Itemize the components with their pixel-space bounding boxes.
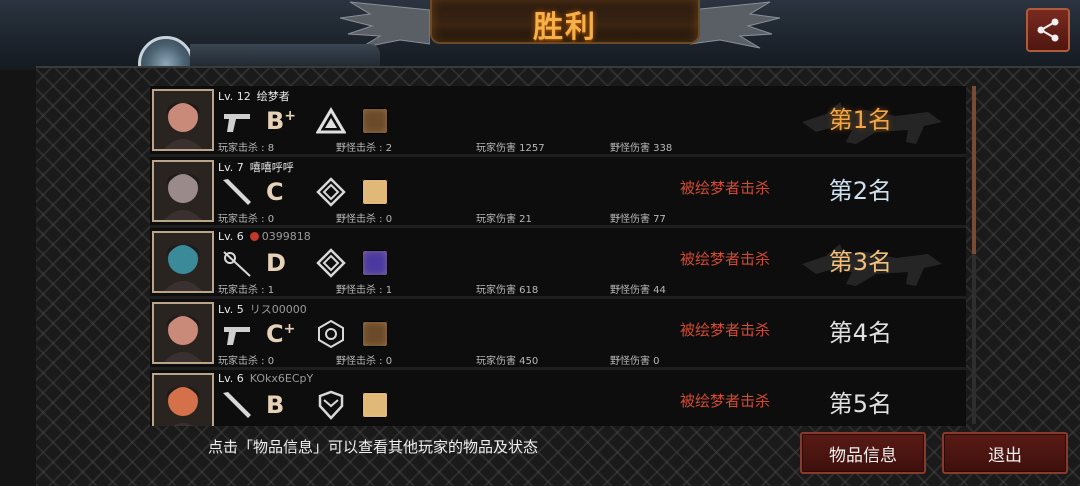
monster-kills: 野怪击杀 : 1 (336, 285, 393, 296)
grade-badge: B+ (266, 107, 302, 135)
level-name: Lv. 6 0399818 (218, 230, 311, 243)
rank-triangle-icon (316, 107, 346, 134)
pistol-icon (224, 327, 250, 345)
placement-text: 第3名 (828, 248, 892, 276)
user-tab (190, 44, 380, 66)
level-name: Lv. 12 绘梦者 (218, 88, 290, 104)
placement-text: 第1名 (828, 106, 892, 134)
player-kills: 玩家击杀 : 0 (218, 356, 275, 367)
monster-damage: 野怪伤害 0 (610, 356, 660, 367)
grade-badge: D (266, 249, 302, 277)
player-damage: 玩家伤害 21 (476, 214, 532, 225)
rank-diamond-icon (316, 248, 346, 278)
item-icon[interactable] (362, 108, 388, 134)
player-results-list[interactable]: Lv. 12 绘梦者 B+ 玩家击杀 : 8 野怪击杀 : 2 玩家伤害 1257… (150, 86, 968, 426)
item-icon[interactable] (362, 392, 388, 418)
player-damage: 玩家伤害 450 (476, 356, 539, 367)
rapier-icon (223, 251, 251, 277)
player-avatar[interactable] (152, 302, 214, 364)
player-row[interactable]: Lv. 12 绘梦者 B+ 玩家击杀 : 8 野怪击杀 : 2 玩家伤害 1257… (150, 86, 966, 157)
level-name: Lv. 5 リス00000 (218, 301, 307, 317)
avatar-portrait (154, 162, 212, 220)
bat-icon (223, 392, 251, 418)
player-level: Lv. 7 (218, 161, 244, 174)
player-name: KOkx6ECpY (249, 372, 314, 385)
loadout-icons: D (220, 246, 388, 280)
monster-damage: 野怪伤害 44 (610, 285, 666, 296)
grade-letter: C (266, 178, 284, 206)
placement-text: 第2名 (828, 177, 892, 205)
monster-kills: 野怪击杀 : 2 (336, 143, 393, 154)
victory-title: 胜利 (533, 10, 597, 45)
level-name: Lv. 6 KOkx6ECpY (218, 372, 313, 385)
placement-text: 第5名 (828, 390, 892, 418)
loadout-icons: B (220, 388, 388, 422)
grade-plus: + (284, 108, 297, 124)
item-info-button[interactable]: 物品信息 (800, 432, 926, 474)
player-level: Lv. 6 (218, 372, 244, 385)
player-avatar[interactable] (152, 160, 214, 222)
player-kills: 玩家击杀 : 1 (218, 285, 275, 296)
grade-letter: C (266, 320, 284, 348)
player-name: リス00000 (249, 303, 307, 316)
loadout-icons: C+ (220, 317, 388, 351)
killed-by-text: 被绘梦者击杀 (679, 321, 770, 339)
monster-kills: 野怪击杀 : 0 (336, 356, 393, 367)
grade-badge: B (266, 391, 302, 419)
grade-badge: C (266, 178, 302, 206)
scroll-thumb[interactable] (972, 86, 976, 254)
player-kills: 玩家击杀 : 8 (218, 143, 275, 154)
share-icon (1037, 18, 1059, 42)
player-kills: 玩家击杀 : 0 (218, 214, 275, 225)
loadout-icons: B+ (220, 104, 388, 138)
loadout-icons: C (220, 175, 388, 209)
rank-hexagon-icon (318, 319, 344, 349)
item-icon[interactable] (362, 250, 388, 276)
grade-letter: B (266, 391, 285, 419)
scrollbar[interactable] (972, 86, 976, 424)
avatar-portrait (154, 233, 212, 291)
item-icon[interactable] (362, 321, 388, 347)
rank-shield-icon (318, 390, 344, 420)
player-row[interactable]: Lv. 5 リス00000 C+ 玩家击杀 : 0 野怪击杀 : 0 玩家伤害 4… (150, 299, 966, 370)
player-name: 绘梦者 (256, 90, 290, 103)
player-damage: 玩家伤害 618 (476, 285, 539, 296)
level-name: Lv. 7 嘻嘻呼呼 (218, 159, 294, 175)
grade-letter: B (266, 107, 285, 135)
avatar-portrait (154, 304, 212, 362)
grade-plus: + (283, 321, 296, 337)
grade-badge: C+ (266, 320, 302, 348)
killed-by-text: 被绘梦者击杀 (679, 250, 770, 268)
player-level: Lv. 12 (218, 90, 251, 103)
player-damage: 玩家伤害 1257 (476, 143, 545, 154)
player-level: Lv. 5 (218, 303, 244, 316)
bat-icon (223, 179, 251, 205)
monster-damage: 野怪伤害 77 (610, 214, 666, 225)
placement-text: 第4名 (828, 319, 892, 347)
flag-icon (249, 232, 259, 241)
exit-button[interactable]: 退出 (942, 432, 1068, 474)
player-avatar[interactable] (152, 89, 214, 151)
killed-by-text: 被绘梦者击杀 (679, 179, 770, 197)
rank-diamond-icon (316, 177, 346, 207)
grade-letter: D (266, 249, 286, 277)
player-name: 嘻嘻呼呼 (249, 161, 294, 174)
player-avatar[interactable] (152, 373, 214, 426)
monster-damage: 野怪伤害 338 (610, 143, 673, 154)
item-icon[interactable] (362, 179, 388, 205)
player-row[interactable]: Lv. 6 KOkx6ECpY B 被绘梦者击杀 第5名 (150, 370, 966, 426)
player-row[interactable]: Lv. 7 嘻嘻呼呼 C 玩家击杀 : 0 野怪击杀 : 0 玩家伤害 21 野怪… (150, 157, 966, 228)
right-wing-ornament (690, 1, 780, 49)
avatar-portrait (154, 375, 212, 426)
monster-kills: 野怪击杀 : 0 (336, 214, 393, 225)
player-level: Lv. 6 (218, 230, 244, 243)
avatar-portrait (154, 91, 212, 149)
killed-by-text: 被绘梦者击杀 (679, 392, 770, 410)
player-avatar[interactable] (152, 231, 214, 293)
share-button[interactable] (1026, 8, 1070, 52)
player-name: 0399818 (261, 230, 311, 243)
hint-text: 点击「物品信息」可以查看其他玩家的物品及状态 (208, 438, 539, 456)
player-row[interactable]: Lv. 6 0399818 D 玩家击杀 : 1 野怪击杀 : 1 玩家伤害 61… (150, 228, 966, 299)
pistol-icon (224, 114, 250, 132)
